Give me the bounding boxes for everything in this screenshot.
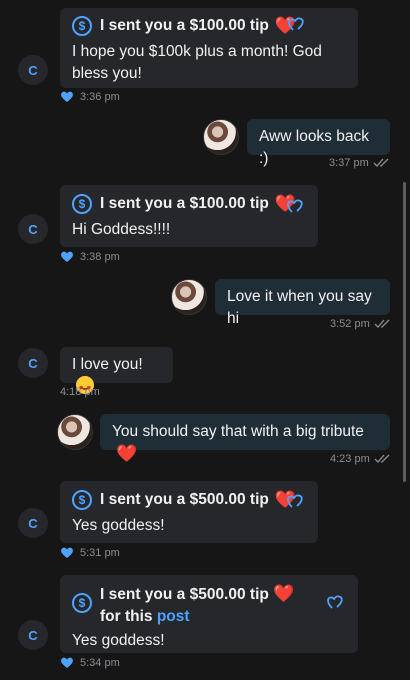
double-heart-icon[interactable] — [287, 14, 307, 32]
incoming-message-bubble[interactable]: I love you! — [60, 347, 173, 400]
message-text: I hope you $100k plus a month! God bless… — [72, 43, 322, 82]
message-time: 3:37 pm — [329, 157, 369, 169]
message-meta: 3:37 pm — [329, 157, 390, 169]
dollar-circle-icon: $ — [72, 490, 92, 510]
message-meta: 4:23 pm — [330, 453, 391, 465]
tip-suffix: for this — [100, 608, 153, 625]
message-time: 4:23 pm — [330, 453, 370, 465]
dollar-circle-icon: $ — [72, 194, 92, 214]
avatar[interactable] — [171, 279, 207, 315]
like-heart-icon[interactable] — [60, 250, 74, 263]
post-link[interactable]: post — [157, 608, 190, 625]
outgoing-message-bubble[interactable]: Love it when you say hi — [215, 279, 390, 327]
message-meta: 4:18 pm — [60, 386, 100, 398]
avatar[interactable]: C — [18, 508, 48, 538]
message-text: You should say that with a big tribute — [112, 423, 364, 440]
message-meta: 5:31 pm — [60, 546, 120, 559]
outgoing-message-bubble[interactable]: Aww looks back :) — [247, 119, 390, 167]
message-meta: 3:38 pm — [60, 250, 120, 263]
tip-header: $ I sent you a $500.00 tip ❤️ for this p… — [72, 583, 346, 628]
dollar-circle-icon: $ — [72, 593, 92, 613]
heart-icon: ❤️ — [116, 444, 138, 463]
avatar[interactable]: C — [18, 348, 48, 378]
double-heart-icon[interactable] — [326, 592, 346, 610]
message-text: Hi Goddess!!!! — [72, 221, 171, 238]
like-heart-icon[interactable] — [60, 546, 74, 559]
message-text: Yes goddess! — [72, 632, 165, 649]
tip-text: I sent you a $500.00 tip — [100, 586, 269, 603]
tip-text: I sent you a $100.00 tip — [100, 17, 269, 34]
avatar[interactable] — [203, 119, 239, 155]
read-checks-icon — [374, 319, 390, 328]
tip-header: $ I sent you a $100.00 tip ❤️ — [72, 193, 306, 215]
chat-thread: C $ I sent you a $100.00 tip ❤️ I hope y… — [0, 0, 410, 680]
tip-header: $ I sent you a $500.00 tip ❤️ — [72, 489, 306, 511]
avatar[interactable]: C — [18, 214, 48, 244]
tip-text: I sent you a $500.00 tip — [100, 491, 269, 508]
read-checks-icon — [374, 454, 390, 463]
outgoing-message-bubble[interactable]: You should say that with a big tribute ❤… — [100, 414, 390, 463]
tip-message-bubble[interactable]: $ I sent you a $500.00 tip ❤️ for this p… — [60, 575, 358, 653]
avatar[interactable] — [57, 414, 93, 450]
read-checks-icon — [373, 158, 389, 167]
avatar[interactable]: C — [18, 620, 48, 650]
tip-message-bubble[interactable]: $ I sent you a $500.00 tip ❤️ Yes goddes… — [60, 481, 318, 543]
message-time: 3:38 pm — [80, 250, 120, 263]
message-meta: 3:36 pm — [60, 90, 120, 103]
message-meta: 3:52 pm — [330, 318, 391, 330]
like-heart-icon[interactable] — [60, 656, 74, 669]
like-heart-icon[interactable] — [60, 90, 74, 103]
message-time: 3:36 pm — [80, 90, 120, 103]
tip-message-bubble[interactable]: $ I sent you a $100.00 tip ❤️ I hope you… — [60, 8, 358, 88]
dollar-circle-icon: $ — [72, 16, 92, 36]
double-heart-icon[interactable] — [286, 196, 306, 214]
message-text: Yes goddess! — [72, 517, 165, 534]
message-text: I love you! — [72, 356, 143, 373]
tip-message-bubble[interactable]: $ I sent you a $100.00 tip ❤️ Hi Goddess… — [60, 185, 318, 247]
avatar[interactable]: C — [18, 55, 48, 85]
message-time: 5:31 pm — [80, 546, 120, 559]
message-meta: 5:34 pm — [60, 656, 120, 669]
message-time: 4:18 pm — [60, 386, 100, 398]
message-time: 5:34 pm — [80, 656, 120, 669]
scrollbar[interactable] — [403, 182, 406, 482]
heart-icon: ❤️ — [273, 584, 295, 603]
double-heart-icon[interactable] — [286, 491, 306, 509]
message-time: 3:52 pm — [330, 318, 370, 330]
tip-text: I sent you a $100.00 tip — [100, 195, 269, 212]
tip-text-block: I sent you a $500.00 tip ❤️ for this pos… — [100, 583, 315, 628]
